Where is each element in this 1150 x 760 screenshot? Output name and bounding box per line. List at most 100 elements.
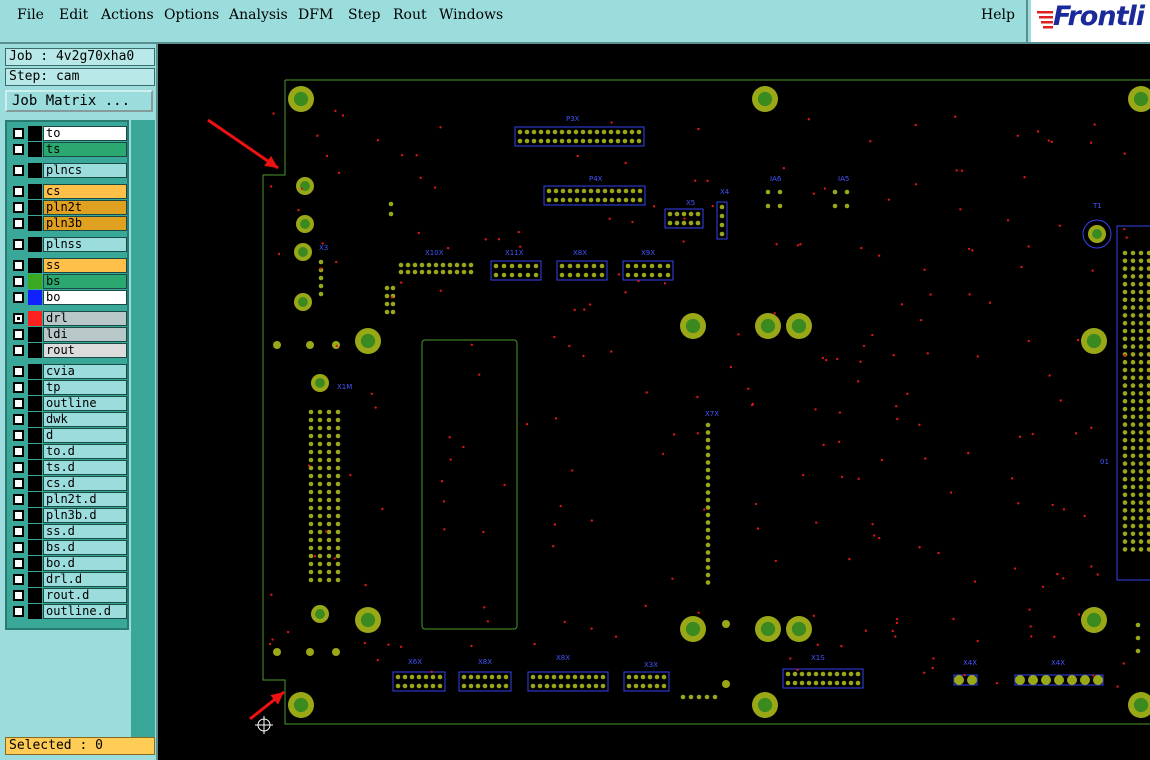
layer-color-swatch[interactable]	[28, 396, 42, 411]
job-matrix-button[interactable]: Job Matrix ...	[5, 90, 153, 112]
layer-checkbox[interactable]	[13, 313, 24, 324]
layer-color-swatch[interactable]	[28, 572, 42, 587]
layer-name[interactable]: tp	[43, 380, 127, 395]
layer-row-ss[interactable]: ss	[9, 258, 127, 273]
layer-color-swatch[interactable]	[28, 540, 42, 555]
menu-windows[interactable]: Windows	[439, 7, 503, 23]
layer-checkbox[interactable]	[13, 414, 24, 425]
layer-color-swatch[interactable]	[28, 290, 42, 305]
layer-color-swatch[interactable]	[28, 274, 42, 289]
layer-name[interactable]: bo	[43, 290, 127, 305]
menu-step[interactable]: Step	[348, 7, 380, 23]
layer-color-swatch[interactable]	[28, 604, 42, 619]
layer-row-tp[interactable]: tp	[9, 380, 127, 395]
layer-row-ts-d[interactable]: ts.d	[9, 460, 127, 475]
layer-row-ldi[interactable]: ldi	[9, 327, 127, 342]
layer-name[interactable]: ts	[43, 142, 127, 157]
layer-name[interactable]: ldi	[43, 327, 127, 342]
layer-row-bo[interactable]: bo	[9, 290, 127, 305]
layer-color-swatch[interactable]	[28, 428, 42, 443]
graphic-canvas[interactable]: P3X P4X X5 X4 IA6 IA5 X10X X11X X8X X9X X3 X1M X7X X6…	[160, 44, 1150, 760]
layer-row-pln2t-d[interactable]: pln2t.d	[9, 492, 127, 507]
layer-name[interactable]: to.d	[43, 444, 127, 459]
layer-row-bs-d[interactable]: bs.d	[9, 540, 127, 555]
layer-checkbox[interactable]	[13, 430, 24, 441]
layer-color-swatch[interactable]	[28, 343, 42, 358]
layer-checkbox[interactable]	[13, 574, 24, 585]
layer-name[interactable]: plnss	[43, 237, 127, 252]
layer-name[interactable]: to	[43, 126, 127, 141]
layer-row-pln3b-d[interactable]: pln3b.d	[9, 508, 127, 523]
layer-checkbox[interactable]	[13, 478, 24, 489]
layer-checkbox[interactable]	[13, 366, 24, 377]
layer-name[interactable]: cs	[43, 184, 127, 199]
layer-checkbox[interactable]	[13, 202, 24, 213]
layer-row-plnss[interactable]: plnss	[9, 237, 127, 252]
layer-row-dwk[interactable]: dwk	[9, 412, 127, 427]
layer-name[interactable]: ts.d	[43, 460, 127, 475]
layer-color-swatch[interactable]	[28, 126, 42, 141]
layer-name[interactable]: pln2t.d	[43, 492, 127, 507]
layer-color-swatch[interactable]	[28, 142, 42, 157]
layer-color-swatch[interactable]	[28, 311, 42, 326]
menu-file[interactable]: File	[17, 7, 44, 23]
layer-checkbox[interactable]	[13, 542, 24, 553]
layer-row-outline[interactable]: outline	[9, 396, 127, 411]
menu-rout[interactable]: Rout	[393, 7, 427, 23]
layer-color-swatch[interactable]	[28, 508, 42, 523]
menu-edit[interactable]: Edit	[59, 7, 88, 23]
layer-row-to[interactable]: to	[9, 126, 127, 141]
layer-color-swatch[interactable]	[28, 327, 42, 342]
layer-checkbox[interactable]	[13, 558, 24, 569]
layer-row-outline-d[interactable]: outline.d	[9, 604, 127, 619]
layer-row-rout-d[interactable]: rout.d	[9, 588, 127, 603]
layer-name[interactable]: outline.d	[43, 604, 127, 619]
layer-row-ts[interactable]: ts	[9, 142, 127, 157]
layer-color-swatch[interactable]	[28, 184, 42, 199]
layer-name[interactable]: drl	[43, 311, 127, 326]
layer-color-swatch[interactable]	[28, 492, 42, 507]
layer-color-swatch[interactable]	[28, 200, 42, 215]
layer-color-swatch[interactable]	[28, 380, 42, 395]
layer-name[interactable]: bo.d	[43, 556, 127, 571]
layer-color-swatch[interactable]	[28, 524, 42, 539]
layer-color-swatch[interactable]	[28, 216, 42, 231]
layer-checkbox[interactable]	[13, 398, 24, 409]
layer-name[interactable]: pln3b.d	[43, 508, 127, 523]
layer-checkbox[interactable]	[13, 329, 24, 340]
layer-checkbox[interactable]	[13, 144, 24, 155]
layer-checkbox[interactable]	[13, 239, 24, 250]
layer-row-bo-d[interactable]: bo.d	[9, 556, 127, 571]
menu-options[interactable]: Options	[164, 7, 219, 23]
layer-checkbox[interactable]	[13, 606, 24, 617]
menu-analysis[interactable]: Analysis	[229, 7, 288, 23]
layer-row-rout[interactable]: rout	[9, 343, 127, 358]
layer-row-drl[interactable]: drl	[9, 311, 127, 326]
layer-name[interactable]: rout	[43, 343, 127, 358]
layer-row-pln2t[interactable]: pln2t	[9, 200, 127, 215]
layer-checkbox[interactable]	[13, 260, 24, 271]
menu-dfm[interactable]: DFM	[298, 7, 333, 23]
layer-color-swatch[interactable]	[28, 556, 42, 571]
layer-name[interactable]: cs.d	[43, 476, 127, 491]
layer-color-swatch[interactable]	[28, 412, 42, 427]
layer-row-bs[interactable]: bs	[9, 274, 127, 289]
layer-row-pln3b[interactable]: pln3b	[9, 216, 127, 231]
layer-name[interactable]: ss	[43, 258, 127, 273]
layer-name[interactable]: cvia	[43, 364, 127, 379]
layer-name[interactable]: outline	[43, 396, 127, 411]
menu-help[interactable]: Help	[981, 7, 1015, 23]
layer-name[interactable]: rout.d	[43, 588, 127, 603]
layer-checkbox[interactable]	[13, 165, 24, 176]
layer-checkbox[interactable]	[13, 462, 24, 473]
layer-checkbox[interactable]	[13, 128, 24, 139]
layer-name[interactable]: pln2t	[43, 200, 127, 215]
layer-row-cs-d[interactable]: cs.d	[9, 476, 127, 491]
layer-checkbox[interactable]	[13, 218, 24, 229]
layer-color-swatch[interactable]	[28, 364, 42, 379]
layer-name[interactable]: bs	[43, 274, 127, 289]
layer-name[interactable]: plncs	[43, 163, 127, 178]
layer-row-cs[interactable]: cs	[9, 184, 127, 199]
menu-actions[interactable]: Actions	[101, 7, 154, 23]
layer-checkbox[interactable]	[13, 292, 24, 303]
